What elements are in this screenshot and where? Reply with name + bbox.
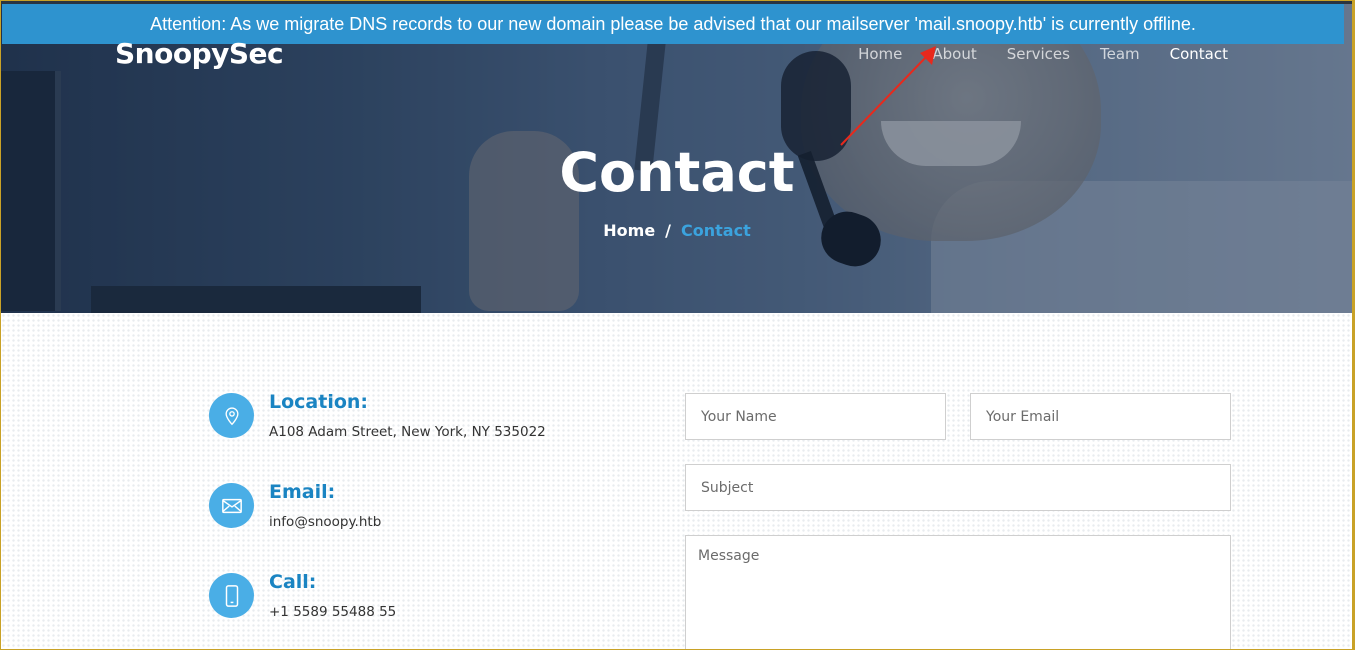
location-value: A108 Adam Street, New York, NY 535022 [269,424,546,440]
breadcrumb-current: Contact [681,221,751,240]
call-title: Call: [269,571,317,593]
map-pin-icon [209,393,254,438]
contact-section: Location: A108 Adam Street, New York, NY… [1,313,1352,649]
nav-services[interactable]: Services [1007,45,1070,63]
phone-icon [209,573,254,618]
call-value[interactable]: +1 5589 55488 55 [269,604,396,620]
nav-contact[interactable]: Contact [1170,45,1228,63]
breadcrumb-home[interactable]: Home [603,221,655,240]
browser-viewport: Attention: As we migrate DNS records to … [0,0,1355,650]
nav-team[interactable]: Team [1100,45,1140,63]
site-logo[interactable]: SnoopySec [115,37,284,70]
email-value[interactable]: info@snoopy.htb [269,514,381,530]
annotation-arrow-icon [840,46,936,146]
page-title: Contact [559,141,795,204]
email-input[interactable] [970,393,1231,440]
subject-input[interactable] [685,464,1231,511]
hero-section: Attention: As we migrate DNS records to … [1,1,1352,313]
breadcrumb: Home / Contact [1,221,1352,240]
location-title: Location: [269,391,369,413]
email-title: Email: [269,481,336,503]
name-input[interactable] [685,393,946,440]
breadcrumb-separator: / [665,221,672,240]
message-textarea[interactable] [685,535,1231,649]
envelope-icon [209,483,254,528]
